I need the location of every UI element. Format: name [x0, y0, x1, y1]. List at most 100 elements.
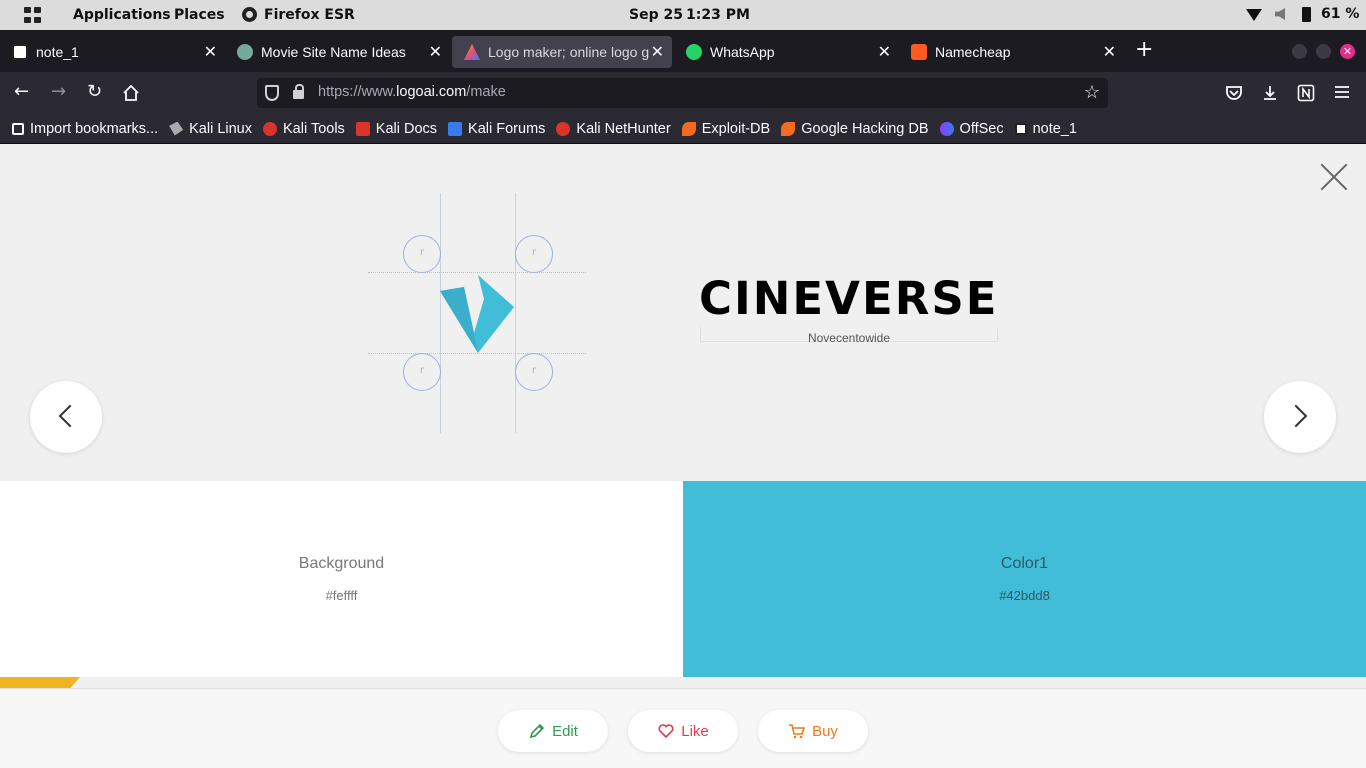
wifi-icon[interactable]	[1246, 9, 1262, 21]
system-top-bar: Applications Places Firefox ESR Sep 25 1…	[0, 0, 1366, 30]
whatsapp-icon	[686, 44, 702, 60]
tab-logo-maker[interactable]: Logo maker; online logo g ✕	[452, 36, 672, 68]
tab-strip: note_1 ✕ Movie Site Name Ideas ✕ Logo ma…	[0, 30, 1366, 72]
like-button[interactable]: Like	[628, 710, 738, 752]
battery-percent: 61 %	[1321, 6, 1360, 22]
ghdb-icon	[781, 121, 796, 136]
volume-muted-icon[interactable]	[1275, 8, 1285, 20]
lock-icon[interactable]	[293, 84, 304, 99]
edit-button[interactable]: Edit	[498, 710, 608, 752]
bookmark-kali-docs[interactable]: Kali Docs	[355, 121, 437, 137]
bookmark-import[interactable]: Import bookmarks...	[12, 121, 158, 137]
bookmark-kali-tools[interactable]: Kali Tools	[263, 121, 345, 137]
exploitdb-icon	[681, 121, 696, 136]
close-tab-icon[interactable]: ✕	[651, 42, 664, 62]
cart-icon	[789, 724, 806, 739]
buy-button[interactable]: Buy	[758, 710, 868, 752]
close-window-icon[interactable]: ✕	[1340, 44, 1355, 59]
time-label[interactable]: 1:23 PM	[686, 7, 750, 23]
reload-icon[interactable]: ↻	[87, 82, 102, 102]
bookmark-kali-forums[interactable]: Kali Forums	[448, 121, 545, 137]
bookmark-google-hacking-db[interactable]: Google Hacking DB	[781, 121, 929, 137]
minimize-window-icon[interactable]	[1292, 44, 1307, 59]
bookmark-kali-linux[interactable]: Kali Linux	[169, 121, 252, 137]
kali-docs-icon	[355, 121, 370, 136]
kali-nethunter-icon	[556, 121, 571, 136]
next-arrow-button[interactable]	[1264, 381, 1336, 453]
forward-arrow-icon[interactable]: →	[51, 82, 66, 102]
home-icon[interactable]	[122, 84, 140, 102]
back-arrow-icon[interactable]: ←	[14, 82, 29, 102]
new-tab-icon[interactable]: +	[1135, 37, 1153, 62]
downloads-icon[interactable]	[1261, 84, 1279, 102]
battery-icon[interactable]	[1302, 7, 1311, 22]
font-name-label: Novecentowide	[700, 327, 998, 345]
tab-title: Movie Site Name Ideas	[261, 44, 406, 60]
offsec-icon	[939, 121, 954, 136]
tracking-shield-icon[interactable]	[265, 85, 279, 101]
import-icon	[12, 122, 24, 135]
tab-whatsapp[interactable]: WhatsApp ✕	[674, 36, 899, 68]
firefox-icon	[242, 7, 257, 22]
pocket-icon[interactable]	[1225, 84, 1243, 102]
tab-note-1[interactable]: note_1 ✕	[0, 36, 225, 68]
like-label: Like	[681, 722, 709, 740]
date-label[interactable]: Sep 25	[629, 7, 683, 23]
tab-title: Namecheap	[935, 44, 1011, 60]
namecheap-icon	[911, 44, 927, 60]
chatgpt-icon	[237, 44, 253, 60]
swatch-hex: #42bdd8	[999, 588, 1050, 603]
notion-icon	[1014, 122, 1027, 135]
grid-circle: r	[515, 353, 553, 391]
close-tab-icon[interactable]: ✕	[878, 42, 891, 62]
apps-grid-icon[interactable]	[24, 7, 42, 23]
chevron-right-icon	[1284, 404, 1308, 428]
close-tab-icon[interactable]: ✕	[429, 42, 442, 62]
active-app-label[interactable]: Firefox ESR	[264, 7, 355, 23]
bookmark-offsec[interactable]: OffSec	[939, 121, 1004, 137]
url-bar[interactable]: https://www.logoai.com/make ☆	[257, 78, 1108, 108]
notion-extension-icon[interactable]	[1297, 84, 1315, 102]
tab-title: Logo maker; online logo g	[488, 44, 650, 60]
previous-arrow-button[interactable]	[30, 381, 102, 453]
background-color-swatch[interactable]: Background #feffff	[0, 481, 683, 677]
grid-circle: r	[403, 235, 441, 273]
brand-name-text: CINEVERSE	[699, 272, 999, 325]
bookmark-kali-nethunter[interactable]: Kali NetHunter	[556, 121, 671, 137]
swatch-hex: #feffff	[325, 588, 358, 603]
buy-label: Buy	[812, 722, 838, 740]
logo-preview-page: r r r r CINEVERSE Novecentowide Backgrou…	[0, 145, 1366, 768]
logoai-icon	[464, 44, 480, 60]
url-text[interactable]: https://www.logoai.com/make	[318, 84, 506, 100]
tab-movie-site-name-ideas[interactable]: Movie Site Name Ideas ✕	[225, 36, 450, 68]
applications-menu[interactable]: Applications	[73, 7, 171, 23]
tab-namecheap[interactable]: Namecheap ✕	[899, 36, 1124, 68]
action-bar: Edit Like Buy	[0, 688, 1366, 768]
heart-icon	[658, 724, 674, 739]
kali-dragon-icon	[169, 121, 184, 136]
swatch-name: Color1	[1000, 555, 1049, 572]
bookmark-star-icon[interactable]: ☆	[1084, 82, 1100, 103]
maximize-window-icon[interactable]	[1316, 44, 1331, 59]
bookmarks-bar: Import bookmarks... Kali Linux Kali Tool…	[0, 114, 1366, 144]
close-preview-icon[interactable]	[1318, 161, 1350, 193]
grid-circle: r	[515, 235, 553, 273]
tab-title: note_1	[36, 44, 79, 60]
close-tab-icon[interactable]: ✕	[204, 42, 217, 62]
color1-swatch[interactable]: Color1 #42bdd8	[683, 481, 1366, 677]
corner-badge[interactable]	[0, 677, 80, 688]
kali-forums-icon	[448, 121, 463, 136]
hamburger-menu-icon[interactable]	[1334, 85, 1350, 99]
close-tab-icon[interactable]: ✕	[1103, 42, 1116, 62]
kali-tools-icon	[263, 121, 277, 136]
bookmark-note-1[interactable]: note_1	[1014, 121, 1077, 137]
edit-label: Edit	[552, 722, 578, 740]
notion-icon	[12, 44, 28, 60]
logo-grid-preview: r r r r	[368, 193, 588, 433]
tab-title: WhatsApp	[710, 44, 775, 60]
places-menu[interactable]: Places	[174, 7, 225, 23]
chevron-left-icon	[58, 404, 82, 428]
swatch-name: Background	[298, 555, 385, 572]
logo-v-mark-icon	[440, 275, 514, 353]
bookmark-exploit-db[interactable]: Exploit-DB	[681, 121, 770, 137]
